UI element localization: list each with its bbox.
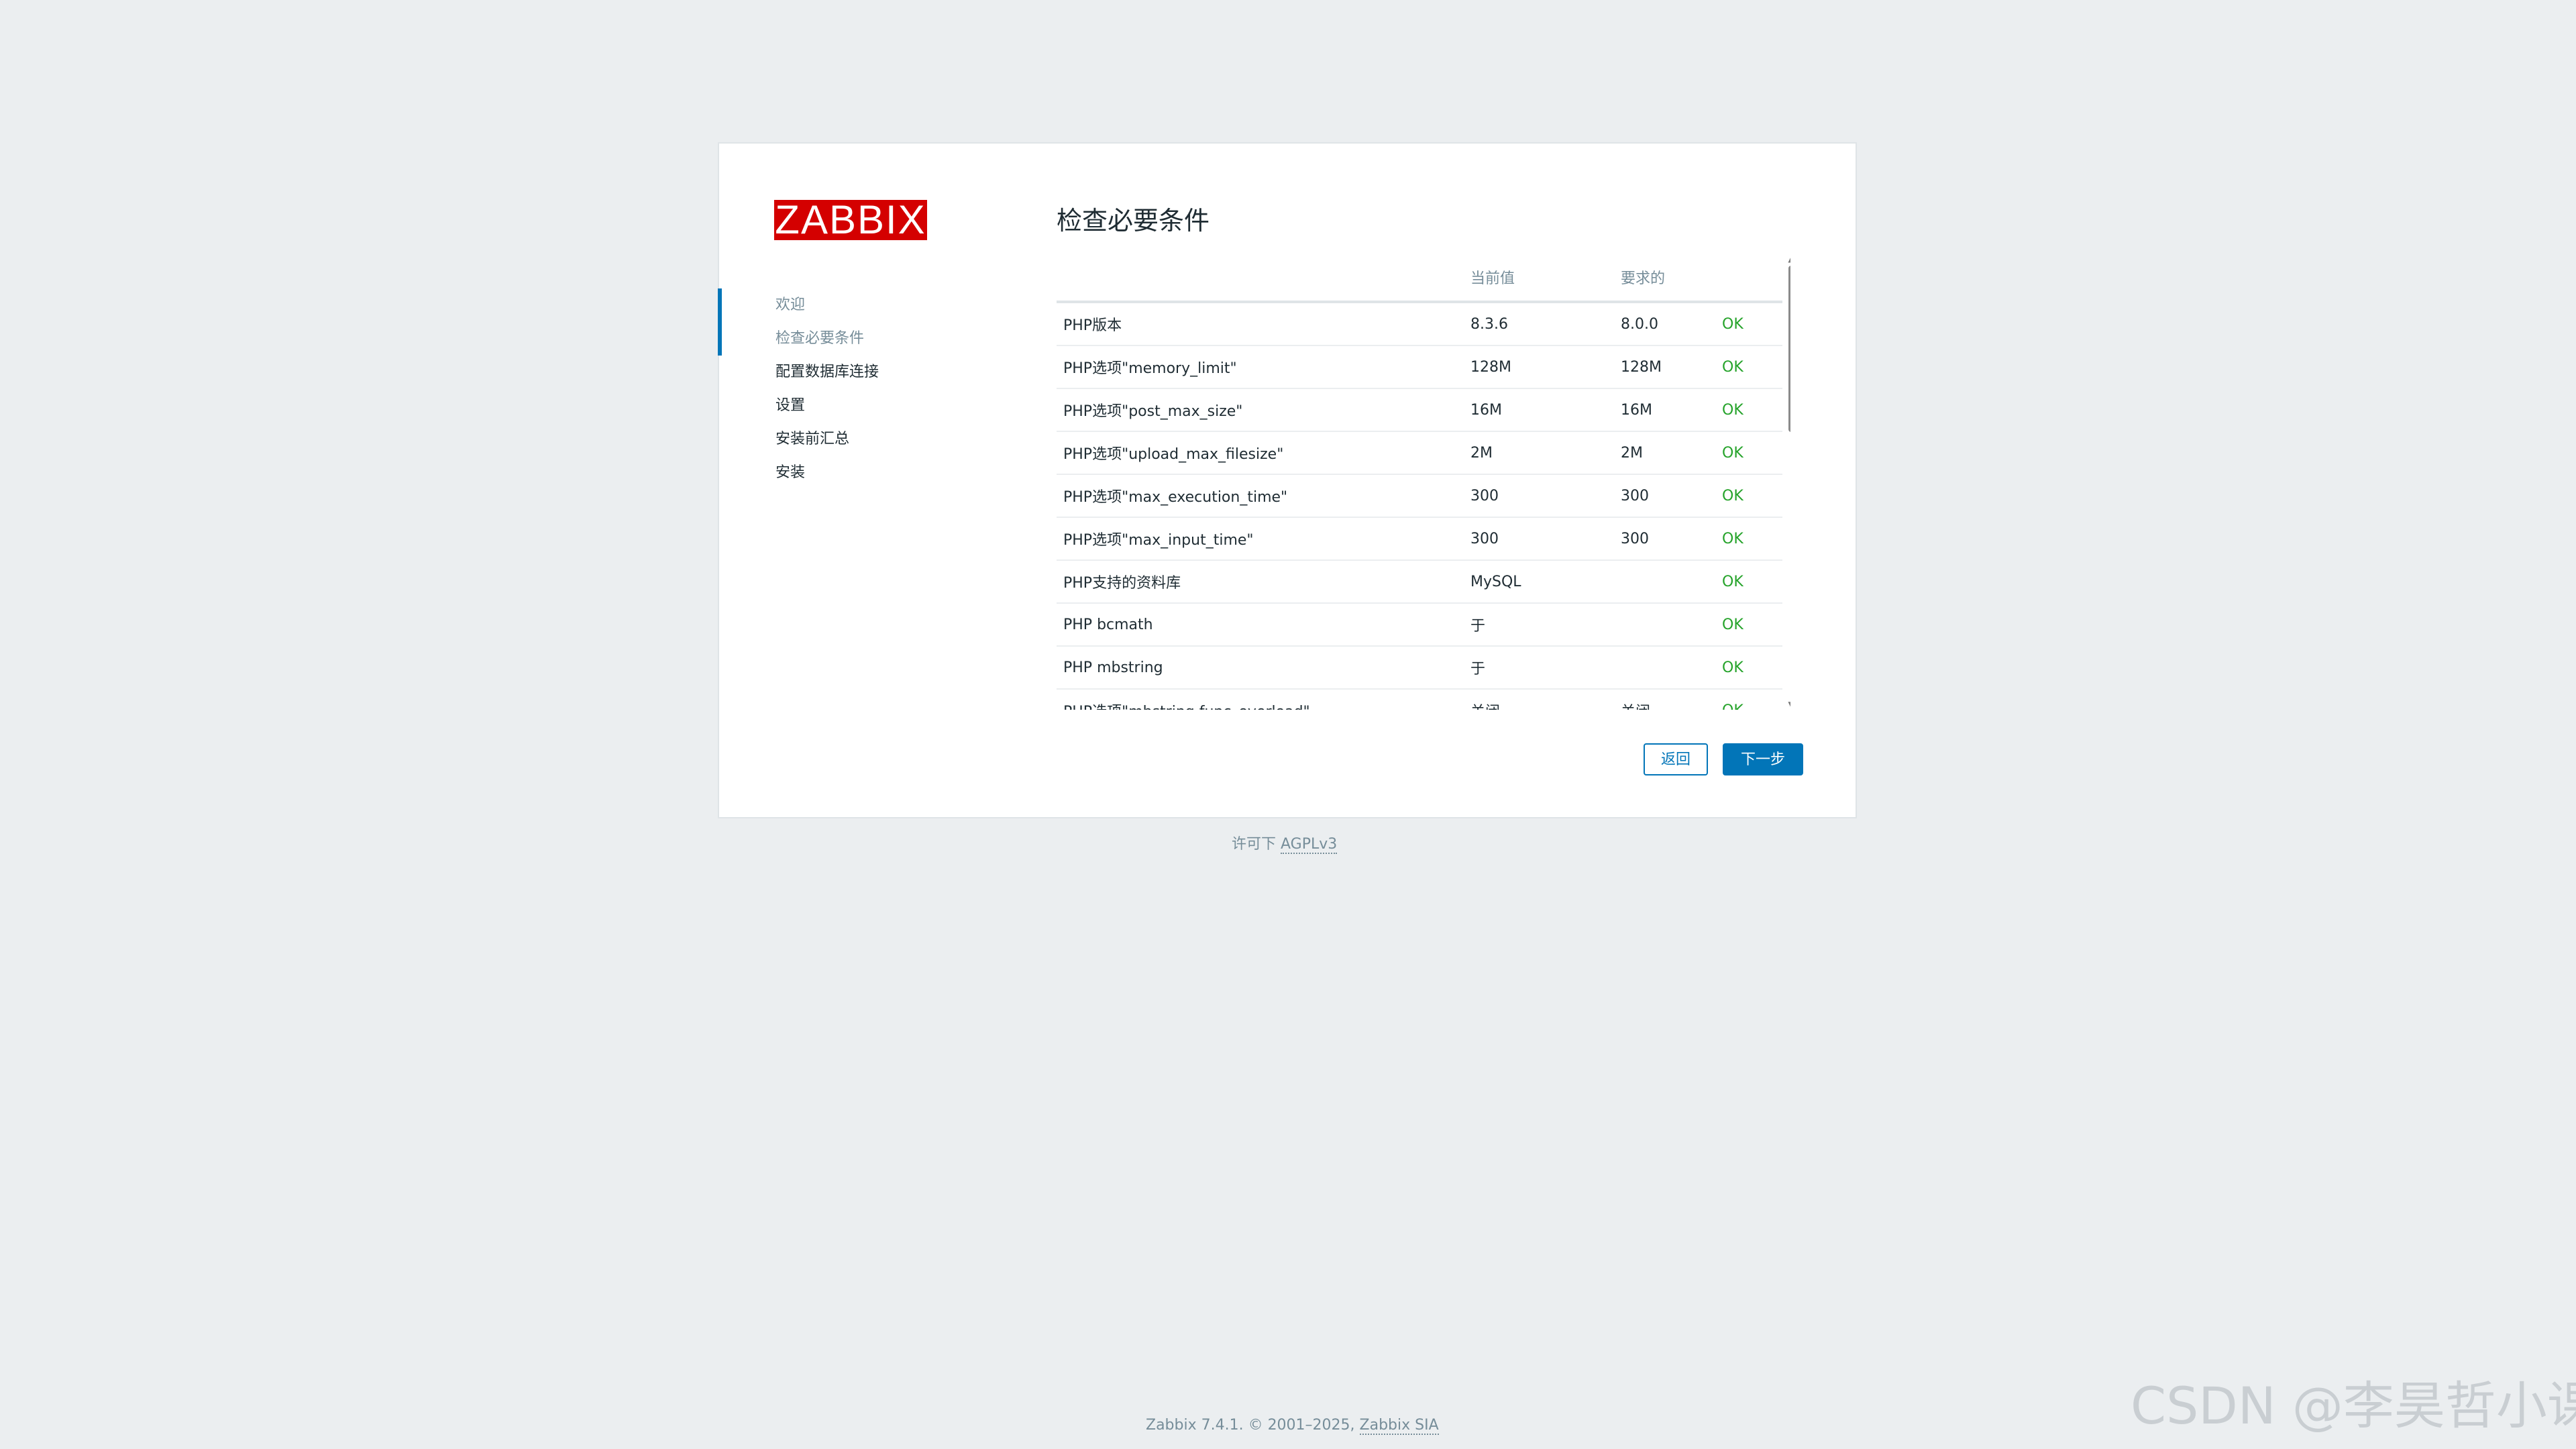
scroll-up-arrow-icon[interactable]: ▲ (1786, 254, 1790, 264)
table-row: PHP版本 8.3.6 8.0.0 OK (1057, 302, 1782, 346)
page-title: 检查必要条件 (1057, 206, 1210, 235)
table-row: PHP支持的资料库 MySQL OK (1057, 560, 1782, 604)
column-header-status (1715, 254, 1782, 303)
requirements-table: 当前值 要求的 PHP版本 8.3.6 8.0.0 OK PHP选项"memor… (1057, 254, 1782, 710)
row-required: 关闭 (1614, 689, 1715, 710)
footer-prefix: Zabbix 7.4.1. © 2001–2025, (1146, 1417, 1360, 1434)
row-required (1614, 646, 1715, 690)
table-row: PHP选项"memory_limit" 128M 128M OK (1057, 345, 1782, 389)
zabbix-logo: ZABBIX (774, 197, 927, 242)
row-current: 300 (1464, 517, 1614, 561)
row-name: PHP选项"max_execution_time" (1057, 474, 1464, 518)
table-row: PHP选项"max_input_time" 300 300 OK (1057, 517, 1782, 561)
row-name: PHP mbstring (1057, 646, 1464, 690)
column-header-required: 要求的 (1614, 254, 1715, 303)
row-name: PHP bcmath (1057, 603, 1464, 647)
agpl-license-link[interactable]: AGPLv3 (1281, 836, 1338, 854)
row-required: 300 (1614, 474, 1715, 518)
setup-steps-nav: 欢迎 检查必要条件 配置数据库连接 设置 安装前汇总 安装 (718, 288, 987, 490)
row-current: 关闭 (1464, 689, 1614, 710)
table-row: PHP选项"max_execution_time" 300 300 OK (1057, 474, 1782, 518)
row-name: PHP支持的资料库 (1057, 560, 1464, 604)
scrollbar-thumb[interactable] (1788, 266, 1790, 432)
row-required (1614, 603, 1715, 647)
license-prefix: 许可下 (1232, 836, 1281, 853)
row-status: OK (1715, 646, 1782, 690)
step-welcome[interactable]: 欢迎 (719, 288, 987, 322)
table-row: PHP选项"upload_max_filesize" 2M 2M OK (1057, 431, 1782, 475)
row-status: OK (1715, 474, 1782, 518)
row-current: 2M (1464, 431, 1614, 475)
scroll-down-arrow-icon[interactable]: ▼ (1786, 699, 1790, 710)
zabbix-sia-link[interactable]: Zabbix SIA (1359, 1417, 1439, 1435)
row-required: 8.0.0 (1614, 302, 1715, 346)
next-step-button[interactable]: 下一步 (1723, 743, 1803, 775)
row-status: OK (1715, 517, 1782, 561)
row-name: PHP选项"upload_max_filesize" (1057, 431, 1464, 475)
table-header-row: 当前值 要求的 (1057, 254, 1782, 303)
row-status: OK (1715, 689, 1782, 710)
back-button[interactable]: 返回 (1644, 743, 1708, 775)
row-status: OK (1715, 302, 1782, 346)
row-name: PHP选项"mbstring.func_overload" (1057, 689, 1464, 710)
table-row: PHP选项"post_max_size" 16M 16M OK (1057, 388, 1782, 432)
step-install: 安装 (775, 464, 806, 481)
row-required: 16M (1614, 388, 1715, 432)
table-scrollbar[interactable]: ▲ ▼ (1786, 254, 1790, 710)
row-current: 128M (1464, 345, 1614, 389)
setup-card: ZABBIX 欢迎 检查必要条件 配置数据库连接 设置 安装前汇总 安装 检查必… (718, 142, 1857, 818)
row-current: 于 (1464, 603, 1614, 647)
step-settings: 设置 (775, 397, 806, 414)
row-name: PHP选项"max_input_time" (1057, 517, 1464, 561)
row-required: 2M (1614, 431, 1715, 475)
row-current: 8.3.6 (1464, 302, 1614, 346)
column-header-current: 当前值 (1464, 254, 1614, 303)
watermark: CSDN @李昊哲小课 (2131, 1376, 2576, 1436)
requirements-table-container[interactable]: 当前值 要求的 PHP版本 8.3.6 8.0.0 OK PHP选项"memor… (1057, 254, 1790, 710)
column-header-name (1057, 254, 1464, 303)
step-configure-db: 配置数据库连接 (775, 364, 879, 380)
license-notice: 许可下 AGPLv3 (1232, 835, 1338, 855)
table-row: PHP mbstring 于 OK (1057, 646, 1782, 690)
row-required: 128M (1614, 345, 1715, 389)
row-status: OK (1715, 431, 1782, 475)
row-name: PHP版本 (1057, 302, 1464, 346)
row-current: 16M (1464, 388, 1614, 432)
row-name: PHP选项"memory_limit" (1057, 345, 1464, 389)
row-current: 于 (1464, 646, 1614, 690)
step-check-prerequisites[interactable]: 检查必要条件 (719, 322, 987, 356)
table-row: PHP选项"mbstring.func_overload" 关闭 关闭 OK (1057, 689, 1782, 710)
row-status: OK (1715, 345, 1782, 389)
row-required (1614, 560, 1715, 604)
row-status: OK (1715, 560, 1782, 604)
row-name: PHP选项"post_max_size" (1057, 388, 1464, 432)
row-current: 300 (1464, 474, 1614, 518)
row-status: OK (1715, 603, 1782, 647)
row-current: MySQL (1464, 560, 1614, 604)
table-row: PHP bcmath 于 OK (1057, 603, 1782, 647)
page: ZABBIX 欢迎 检查必要条件 配置数据库连接 设置 安装前汇总 安装 检查必… (0, 0, 2576, 1449)
row-status: OK (1715, 388, 1782, 432)
footer-copyright: Zabbix 7.4.1. © 2001–2025, Zabbix SIA (1146, 1415, 1439, 1436)
row-required: 300 (1614, 517, 1715, 561)
step-pre-install-summary: 安装前汇总 (775, 431, 850, 447)
